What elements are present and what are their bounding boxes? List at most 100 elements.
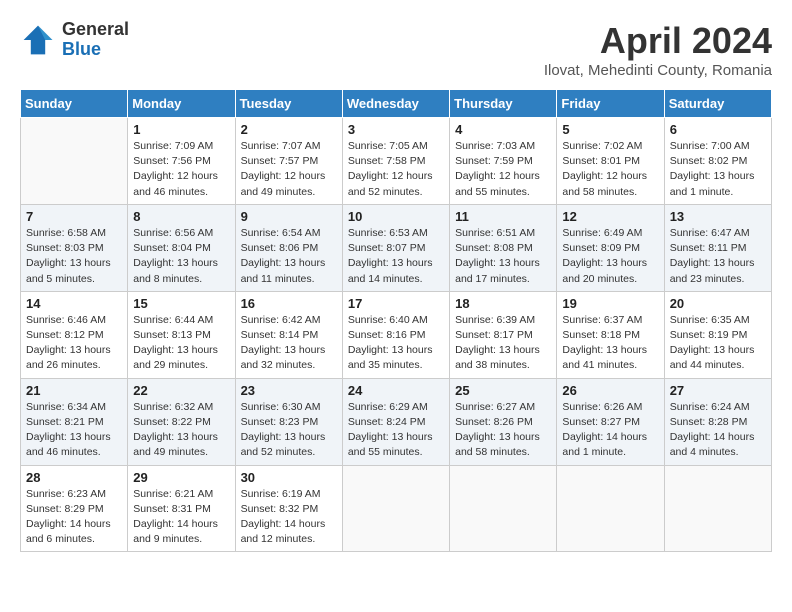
calendar-day-cell: 13 Sunrise: 6:47 AMSunset: 8:11 PMDayligh… (664, 204, 771, 291)
calendar-day-cell: 22 Sunrise: 6:32 AMSunset: 8:22 PMDayligh… (128, 378, 235, 465)
day-number: 16 (241, 296, 337, 311)
calendar-week-row: 14 Sunrise: 6:46 AMSunset: 8:12 PMDayligh… (21, 291, 772, 378)
day-number: 24 (348, 383, 444, 398)
calendar-day-cell: 4 Sunrise: 7:03 AMSunset: 7:59 PMDaylight… (450, 118, 557, 205)
day-info: Sunrise: 6:35 AMSunset: 8:19 PMDaylight:… (670, 313, 766, 374)
day-info: Sunrise: 7:03 AMSunset: 7:59 PMDaylight:… (455, 139, 551, 200)
day-info: Sunrise: 6:44 AMSunset: 8:13 PMDaylight:… (133, 313, 229, 374)
calendar-day-cell: 24 Sunrise: 6:29 AMSunset: 8:24 PMDayligh… (342, 378, 449, 465)
day-number: 13 (670, 209, 766, 224)
day-number: 11 (455, 209, 551, 224)
day-number: 14 (26, 296, 122, 311)
day-info: Sunrise: 6:27 AMSunset: 8:26 PMDaylight:… (455, 400, 551, 461)
calendar-day-cell: 18 Sunrise: 6:39 AMSunset: 8:17 PMDayligh… (450, 291, 557, 378)
calendar-day-cell: 16 Sunrise: 6:42 AMSunset: 8:14 PMDayligh… (235, 291, 342, 378)
title-block: April 2024 Ilovat, Mehedinti County, Rom… (544, 20, 772, 79)
calendar-day-cell: 25 Sunrise: 6:27 AMSunset: 8:26 PMDayligh… (450, 378, 557, 465)
day-number: 9 (241, 209, 337, 224)
day-number: 21 (26, 383, 122, 398)
calendar-day-cell: 6Sunrise: 7:00 AMSunset: 8:02 PMDaylight… (664, 118, 771, 205)
calendar-day-cell: 19Sunrise: 6:37 AMSunset: 8:18 PMDayligh… (557, 291, 664, 378)
calendar-day-cell: 28 Sunrise: 6:23 AMSunset: 8:29 PMDayligh… (21, 465, 128, 552)
day-number: 3 (348, 122, 444, 137)
day-info: Sunrise: 6:29 AMSunset: 8:24 PMDaylight:… (348, 400, 444, 461)
calendar-day-cell (342, 465, 449, 552)
day-info: Sunrise: 7:07 AMSunset: 7:57 PMDaylight:… (241, 139, 337, 200)
calendar-day-cell: 10Sunrise: 6:53 AMSunset: 8:07 PMDayligh… (342, 204, 449, 291)
weekday-header: Saturday (664, 90, 771, 118)
day-info: Sunrise: 6:56 AMSunset: 8:04 PMDaylight:… (133, 226, 229, 287)
day-number: 4 (455, 122, 551, 137)
day-number: 15 (133, 296, 229, 311)
day-number: 12 (562, 209, 658, 224)
calendar-day-cell: 8 Sunrise: 6:56 AMSunset: 8:04 PMDaylight… (128, 204, 235, 291)
day-info: Sunrise: 6:21 AMSunset: 8:31 PMDaylight:… (133, 487, 229, 548)
day-number: 22 (133, 383, 229, 398)
weekday-header: Tuesday (235, 90, 342, 118)
calendar-day-cell: 20 Sunrise: 6:35 AMSunset: 8:19 PMDayligh… (664, 291, 771, 378)
weekday-header: Monday (128, 90, 235, 118)
calendar-day-cell: 5 Sunrise: 7:02 AMSunset: 8:01 PMDaylight… (557, 118, 664, 205)
calendar-day-cell: 17 Sunrise: 6:40 AMSunset: 8:16 PMDayligh… (342, 291, 449, 378)
calendar-day-cell: 23Sunrise: 6:30 AMSunset: 8:23 PMDayligh… (235, 378, 342, 465)
day-info: Sunrise: 7:09 AMSunset: 7:56 PMDaylight:… (133, 139, 229, 200)
day-number: 26 (562, 383, 658, 398)
day-number: 8 (133, 209, 229, 224)
weekday-header: Friday (557, 90, 664, 118)
month-title: April 2024 (544, 20, 772, 62)
weekday-header: Sunday (21, 90, 128, 118)
calendar-day-cell: 27 Sunrise: 6:24 AMSunset: 8:28 PMDayligh… (664, 378, 771, 465)
calendar-day-cell: 21 Sunrise: 6:34 AMSunset: 8:21 PMDayligh… (21, 378, 128, 465)
calendar-week-row: 7Sunrise: 6:58 AMSunset: 8:03 PMDaylight… (21, 204, 772, 291)
day-info: Sunrise: 7:00 AMSunset: 8:02 PMDaylight:… (670, 139, 766, 200)
day-number: 27 (670, 383, 766, 398)
day-number: 17 (348, 296, 444, 311)
day-info: Sunrise: 6:34 AMSunset: 8:21 PMDaylight:… (26, 400, 122, 461)
day-info: Sunrise: 6:32 AMSunset: 8:22 PMDaylight:… (133, 400, 229, 461)
calendar-day-cell: 14 Sunrise: 6:46 AMSunset: 8:12 PMDayligh… (21, 291, 128, 378)
day-info: Sunrise: 6:46 AMSunset: 8:12 PMDaylight:… (26, 313, 122, 374)
calendar-day-cell: 30Sunrise: 6:19 AMSunset: 8:32 PMDayligh… (235, 465, 342, 552)
weekday-header-row: SundayMondayTuesdayWednesdayThursdayFrid… (21, 90, 772, 118)
day-info: Sunrise: 6:51 AMSunset: 8:08 PMDaylight:… (455, 226, 551, 287)
day-info: Sunrise: 6:30 AMSunset: 8:23 PMDaylight:… (241, 400, 337, 461)
weekday-header: Thursday (450, 90, 557, 118)
calendar-week-row: 1 Sunrise: 7:09 AMSunset: 7:56 PMDaylight… (21, 118, 772, 205)
day-info: Sunrise: 6:23 AMSunset: 8:29 PMDaylight:… (26, 487, 122, 548)
day-info: Sunrise: 6:47 AMSunset: 8:11 PMDaylight:… (670, 226, 766, 287)
day-info: Sunrise: 6:42 AMSunset: 8:14 PMDaylight:… (241, 313, 337, 374)
day-number: 25 (455, 383, 551, 398)
day-number: 18 (455, 296, 551, 311)
logo-general-text: General (62, 20, 129, 40)
day-info: Sunrise: 6:24 AMSunset: 8:28 PMDaylight:… (670, 400, 766, 461)
day-info: Sunrise: 6:49 AMSunset: 8:09 PMDaylight:… (562, 226, 658, 287)
calendar-day-cell (557, 465, 664, 552)
day-number: 30 (241, 470, 337, 485)
calendar-day-cell: 2Sunrise: 7:07 AMSunset: 7:57 PMDaylight… (235, 118, 342, 205)
day-number: 10 (348, 209, 444, 224)
calendar-day-cell: 3Sunrise: 7:05 AMSunset: 7:58 PMDaylight… (342, 118, 449, 205)
day-number: 19 (562, 296, 658, 311)
logo-text: General Blue (62, 20, 129, 60)
day-info: Sunrise: 6:40 AMSunset: 8:16 PMDaylight:… (348, 313, 444, 374)
calendar-week-row: 21 Sunrise: 6:34 AMSunset: 8:21 PMDayligh… (21, 378, 772, 465)
day-number: 29 (133, 470, 229, 485)
day-number: 20 (670, 296, 766, 311)
day-number: 1 (133, 122, 229, 137)
location-subtitle: Ilovat, Mehedinti County, Romania (544, 62, 772, 79)
calendar-day-cell: 11 Sunrise: 6:51 AMSunset: 8:08 PMDayligh… (450, 204, 557, 291)
calendar-day-cell: 12 Sunrise: 6:49 AMSunset: 8:09 PMDayligh… (557, 204, 664, 291)
day-info: Sunrise: 6:26 AMSunset: 8:27 PMDaylight:… (562, 400, 658, 461)
day-number: 5 (562, 122, 658, 137)
calendar-day-cell (664, 465, 771, 552)
day-number: 7 (26, 209, 122, 224)
logo-blue-text: Blue (62, 40, 129, 60)
day-number: 28 (26, 470, 122, 485)
day-info: Sunrise: 6:39 AMSunset: 8:17 PMDaylight:… (455, 313, 551, 374)
day-info: Sunrise: 6:54 AMSunset: 8:06 PMDaylight:… (241, 226, 337, 287)
day-info: Sunrise: 7:02 AMSunset: 8:01 PMDaylight:… (562, 139, 658, 200)
calendar-day-cell: 7Sunrise: 6:58 AMSunset: 8:03 PMDaylight… (21, 204, 128, 291)
calendar-day-cell (450, 465, 557, 552)
page-header: General Blue April 2024 Ilovat, Mehedint… (20, 20, 772, 79)
calendar-day-cell (21, 118, 128, 205)
